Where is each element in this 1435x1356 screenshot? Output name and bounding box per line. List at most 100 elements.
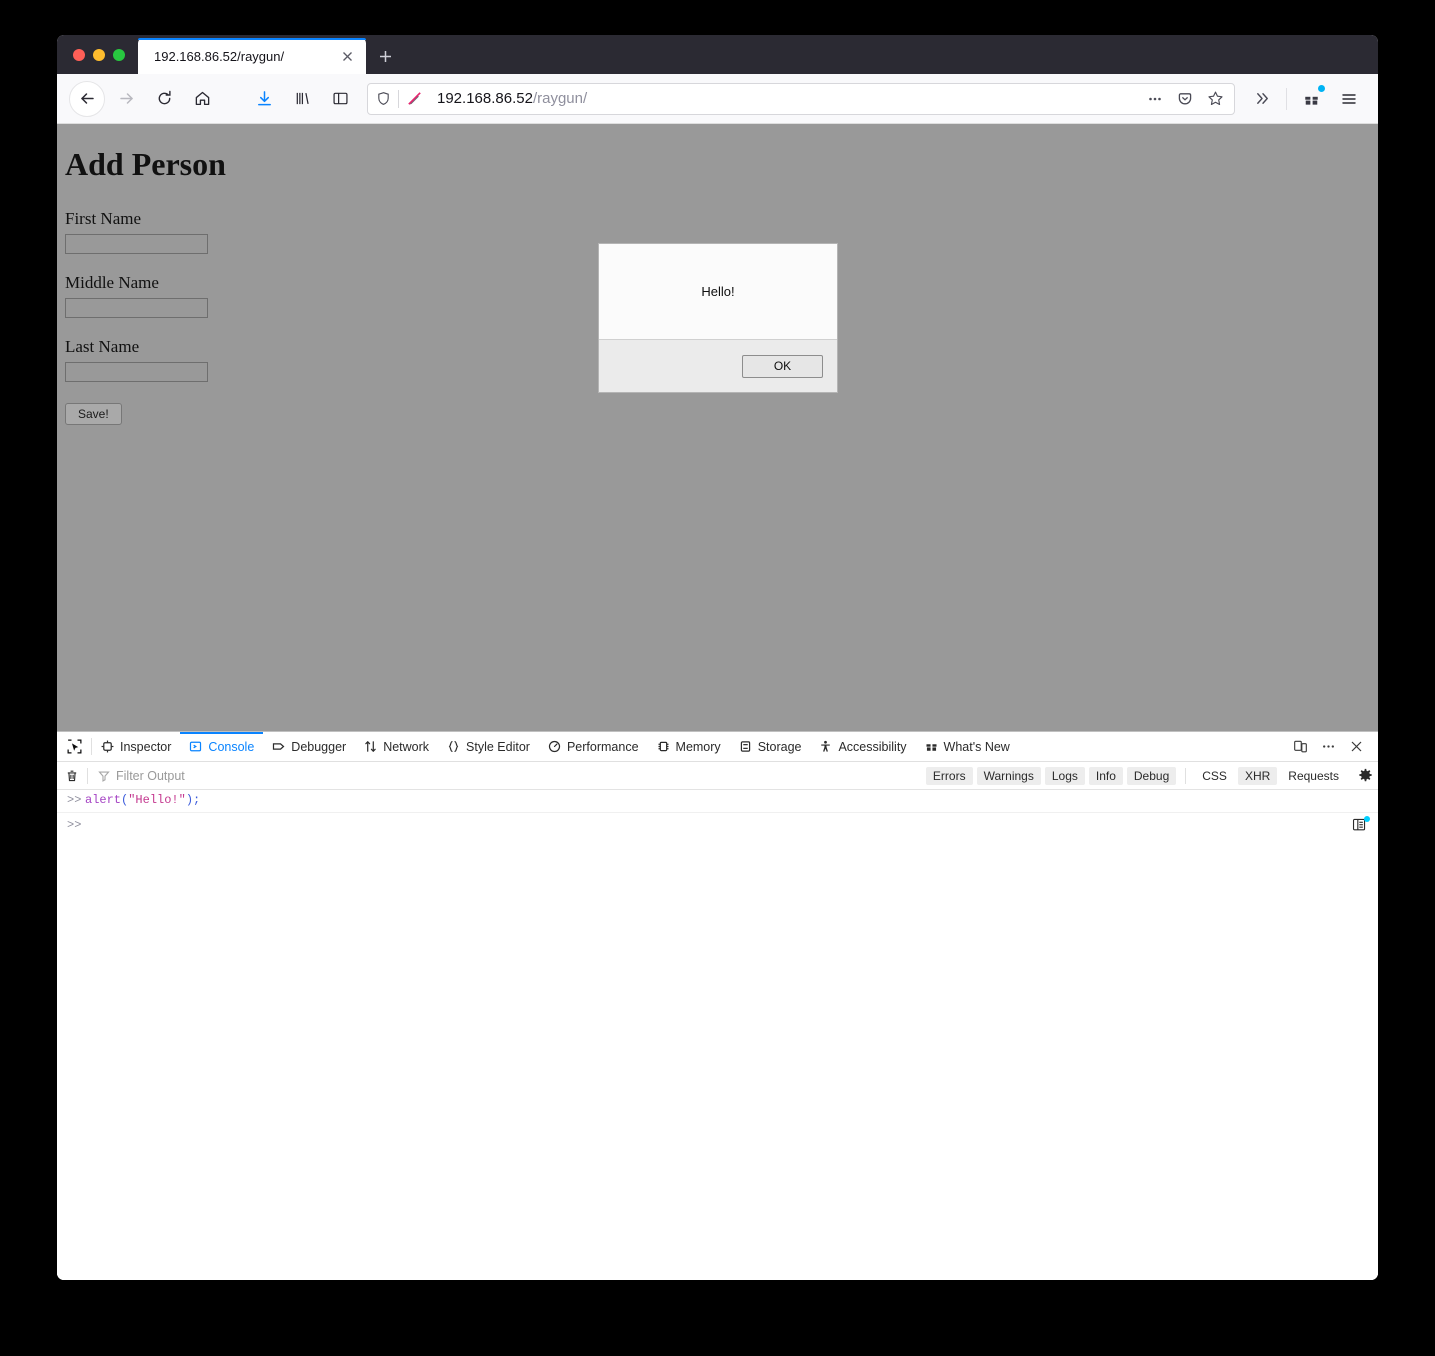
- tab-title: 192.168.86.52/raygun/: [154, 48, 285, 64]
- browser-window: 192.168.86.52/raygun/ 192.168.86.52/rayg…: [57, 35, 1378, 1280]
- url-bar[interactable]: 192.168.86.52/raygun/: [367, 82, 1235, 115]
- devtools-toolbar: Inspector Console Debugger Network Style…: [57, 732, 1378, 762]
- tab-memory-label: Memory: [675, 739, 721, 754]
- filter-output-input[interactable]: Filter Output: [88, 769, 926, 783]
- gear-icon[interactable]: [1352, 763, 1378, 789]
- console-input-prompt: >>: [67, 817, 82, 832]
- trash-icon[interactable]: [57, 762, 87, 789]
- alert-message: Hello!: [701, 284, 735, 299]
- tab-debugger[interactable]: Debugger: [263, 732, 355, 761]
- page-viewport: Add Person First Name Middle Name Last N…: [57, 124, 1378, 731]
- tab-storage[interactable]: Storage: [730, 732, 811, 761]
- reload-icon[interactable]: [147, 82, 181, 116]
- split-console-badge: [1364, 816, 1370, 822]
- tab-style-editor[interactable]: Style Editor: [438, 732, 539, 761]
- filter-info-button[interactable]: Info: [1088, 766, 1123, 785]
- tab-accessibility[interactable]: Accessibility: [810, 732, 915, 761]
- first-name-label: First Name: [65, 209, 142, 228]
- url-host: 192.168.86.52: [437, 90, 533, 107]
- tab-style-editor-label: Style Editor: [466, 739, 530, 754]
- chevrons-right-icon[interactable]: [1245, 82, 1279, 116]
- console-filter-buttons: Errors Warnings Logs Info Debug CSS XHR …: [925, 766, 1352, 785]
- console-filter-bar: Filter Output Errors Warnings Logs Info …: [57, 762, 1378, 790]
- code-token-semicolon: ;: [193, 793, 201, 807]
- tab-console-label: Console: [208, 739, 255, 754]
- console-entry: >> alert("Hello!");: [57, 790, 1378, 813]
- tab-performance-label: Performance: [566, 739, 639, 754]
- filter-output-placeholder: Filter Output: [116, 768, 185, 783]
- tab-close-icon[interactable]: [336, 45, 358, 67]
- devtools-toolbar-controls: [1286, 732, 1378, 761]
- hamburger-menu-icon[interactable]: [1332, 82, 1366, 116]
- funnel-icon: [98, 770, 110, 782]
- star-bookmark-icon[interactable]: [1201, 85, 1229, 113]
- tab-network-label: Network: [383, 739, 430, 754]
- filter-group-divider: [1185, 767, 1187, 784]
- middle-name-input[interactable]: [65, 298, 208, 318]
- first-name-input[interactable]: [65, 234, 208, 254]
- alert-dialog: Hello! OK: [598, 243, 838, 393]
- filter-errors-button[interactable]: Errors: [925, 766, 973, 785]
- extension-badge: [1318, 84, 1325, 92]
- page-title: Add Person: [65, 146, 226, 182]
- alert-ok-button[interactable]: OK: [742, 354, 823, 378]
- filter-requests-button[interactable]: Requests: [1281, 767, 1346, 785]
- code-token-close-paren: ): [185, 793, 194, 807]
- last-name-input[interactable]: [65, 362, 208, 382]
- url-text: 192.168.86.52/raygun/: [429, 90, 1140, 107]
- code-token-string: "Hello!": [128, 793, 186, 807]
- pocket-save-icon[interactable]: [1171, 85, 1199, 113]
- console-input-row[interactable]: >>: [57, 813, 1378, 837]
- window-close-button[interactable]: [73, 48, 85, 61]
- sidebar-icon[interactable]: [323, 82, 357, 116]
- tab-strip: 192.168.86.52/raygun/: [57, 35, 1378, 74]
- tab-whats-new-label: What's New: [943, 739, 1010, 754]
- devtools-panel: Inspector Console Debugger Network Style…: [57, 731, 1378, 1280]
- library-icon[interactable]: [285, 82, 319, 116]
- tab-network[interactable]: Network: [355, 732, 438, 761]
- element-picker-icon[interactable]: [57, 732, 91, 761]
- code-token-function: alert: [85, 793, 122, 807]
- shield-icon[interactable]: [368, 84, 398, 114]
- toolbar-divider: [1286, 87, 1287, 110]
- console-entry-prompt: >>: [67, 793, 82, 807]
- forward-arrow-icon[interactable]: [109, 82, 143, 116]
- tab-performance[interactable]: Performance: [539, 732, 648, 761]
- tab-memory[interactable]: Memory: [648, 732, 730, 761]
- devtools-meatball-icon[interactable]: [1314, 733, 1342, 761]
- tab-accessibility-label: Accessibility: [838, 739, 907, 754]
- tab-inspector-label: Inspector: [120, 739, 172, 754]
- new-tab-icon[interactable]: [368, 38, 402, 74]
- url-path: /raygun/: [532, 90, 588, 107]
- downloads-icon[interactable]: [247, 82, 281, 116]
- save-button[interactable]: Save!: [65, 403, 122, 425]
- filter-logs-button[interactable]: Logs: [1044, 766, 1085, 785]
- devtools-close-icon[interactable]: [1342, 733, 1370, 761]
- ellipsis-icon[interactable]: [1141, 85, 1169, 113]
- window-maximize-button[interactable]: [113, 48, 125, 61]
- tab-console[interactable]: Console: [180, 732, 264, 761]
- responsive-design-mode-icon[interactable]: [1286, 733, 1314, 761]
- filter-debug-button[interactable]: Debug: [1126, 766, 1177, 785]
- browser-tab[interactable]: 192.168.86.52/raygun/: [138, 38, 366, 74]
- home-icon[interactable]: [185, 82, 219, 116]
- devtools-tab-list: Inspector Console Debugger Network Style…: [92, 732, 1286, 761]
- window-minimize-button[interactable]: [93, 48, 105, 61]
- tab-inspector[interactable]: Inspector: [92, 732, 180, 761]
- console-output: >> alert("Hello!"); >>: [57, 790, 1378, 1280]
- url-bar-actions: [1140, 85, 1230, 113]
- filter-warnings-button[interactable]: Warnings: [976, 766, 1041, 785]
- filter-css-button[interactable]: CSS: [1195, 767, 1234, 785]
- insecure-pencil-icon[interactable]: [399, 84, 429, 114]
- navigation-toolbar: 192.168.86.52/raygun/: [57, 74, 1378, 124]
- gift-extension-icon[interactable]: [1294, 82, 1328, 116]
- tab-storage-label: Storage: [757, 739, 802, 754]
- back-arrow-icon[interactable]: [69, 80, 105, 117]
- split-console-icon[interactable]: [1350, 816, 1370, 833]
- tab-whats-new[interactable]: What's New: [916, 732, 1019, 761]
- window-traffic-lights: [57, 35, 138, 74]
- alert-footer: OK: [599, 339, 837, 392]
- tab-debugger-label: Debugger: [291, 739, 347, 754]
- filter-xhr-button[interactable]: XHR: [1237, 766, 1278, 785]
- console-entry-code: alert("Hello!");: [85, 793, 200, 808]
